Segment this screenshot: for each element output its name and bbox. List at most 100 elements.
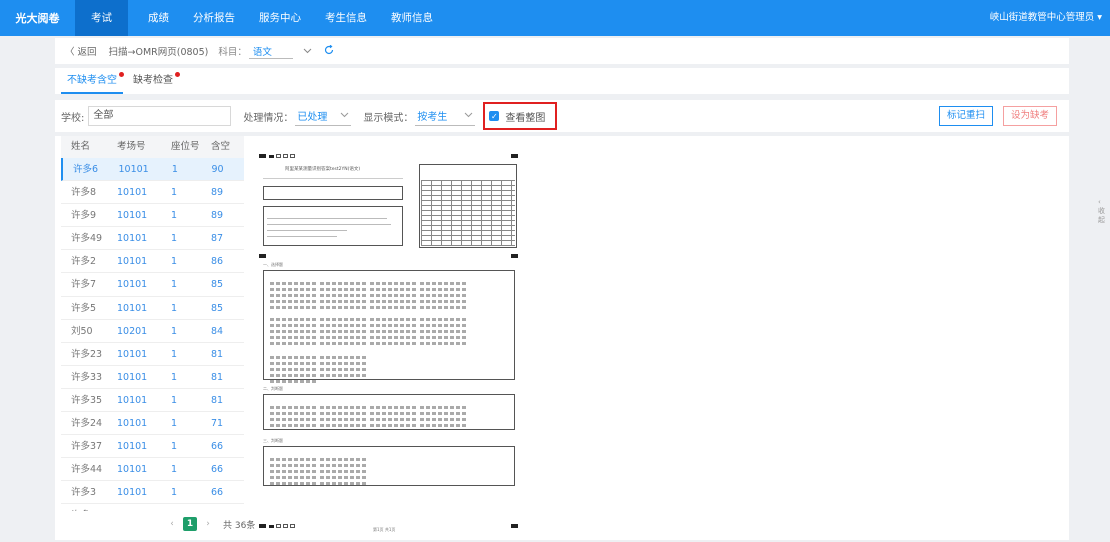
anchor-mark — [511, 254, 518, 258]
cell-room: 10101 — [117, 302, 148, 314]
cell-name: 许多5 — [71, 302, 97, 314]
student-table: 姓名 考场号 座位号 含空 许多6 10101 1 90 许多8 10101 1 89 许多9 1… — [61, 136, 244, 511]
cell-name: 许多2 — [71, 256, 97, 268]
cell-name: 许多37 — [71, 441, 103, 453]
cell-seat: 1 — [161, 504, 207, 511]
section-choice-label: 一、选择题 — [263, 262, 283, 267]
tab-absent-check[interactable]: 缺考检查 — [127, 70, 180, 94]
table-row[interactable]: 许多44 10101 1 66 — [61, 458, 244, 482]
section-judge2-label: 三、判断题 — [263, 438, 283, 443]
breadcrumb: 〈 返回 扫描→OMR网页(0805) 科目： 语文 — [55, 38, 1069, 64]
table-row[interactable]: 许多7 10101 1 85 — [61, 273, 244, 297]
table-row[interactable]: 许多9 10101 1 89 — [61, 204, 244, 228]
status-select[interactable]: 已处理 — [295, 106, 352, 126]
col-room: 考场号 — [117, 141, 146, 152]
cell-seat: 1 — [171, 302, 178, 314]
cell-name: 许多23 — [71, 348, 103, 360]
table-row[interactable]: 许多33 10101 1 81 — [61, 366, 244, 389]
cell-seat: 1 — [171, 348, 178, 360]
table-row[interactable]: 许多37 10101 1 66 — [61, 435, 244, 459]
cell-seat: 1 — [171, 279, 178, 291]
cell-room: 10101 — [117, 371, 148, 383]
table-row[interactable]: 许多5 10101 1 85 — [61, 297, 244, 320]
refresh-icon[interactable] — [324, 44, 334, 58]
top-nav: 光大阅卷 考试 成绩 分析报告 服务中心 考生信息 教师信息 峡山街道教管中心管… — [0, 0, 1110, 36]
notice-box — [263, 206, 403, 246]
table-row[interactable]: 许多6 10101 1 90 — [61, 158, 244, 182]
tab-no-absent-blank[interactable]: 不缺考含空 — [61, 70, 124, 94]
chevron-down-icon — [340, 110, 349, 121]
cell-blank: 85 — [211, 302, 224, 314]
app-logo: 光大阅卷 — [15, 12, 60, 25]
choice-answer-box — [263, 270, 515, 383]
cell-seat: 1 — [171, 187, 178, 199]
cell-blank: 66 — [211, 487, 224, 499]
anchor-mark — [283, 154, 288, 158]
cell-room: 10101 — [117, 441, 148, 453]
mark-rescan-button[interactable]: 标记重扫 — [938, 106, 993, 126]
cell-room: 10101 — [117, 210, 148, 222]
subject-select[interactable]: 语文 — [248, 44, 293, 59]
table-row[interactable]: 许多35 10101 1 81 — [61, 389, 244, 413]
user-menu[interactable]: 峡山街道教管中心管理员 ▾ — [990, 0, 1102, 36]
chevron-down-icon[interactable] — [303, 46, 312, 57]
cell-seat: 1 — [171, 441, 178, 453]
cell-room: 10101 — [109, 504, 161, 511]
prev-page-icon[interactable]: ‹ — [165, 517, 179, 531]
cell-name: 许多7 — [71, 279, 97, 291]
table-row[interactable]: 许多49 10101 1 87 — [61, 227, 244, 251]
table-row[interactable]: 刘50 10201 1 84 — [61, 320, 244, 343]
nav-item-scores[interactable]: 成绩 — [136, 0, 181, 36]
col-name: 姓名 — [71, 141, 91, 152]
school-input[interactable]: 全部 — [88, 106, 232, 126]
mark-absent-button[interactable]: 设为缺考 — [1002, 106, 1057, 126]
cell-seat: 1 — [171, 325, 178, 337]
anchor-mark — [269, 155, 274, 158]
cell-room: 10101 — [117, 464, 148, 476]
anchor-mark — [511, 154, 518, 158]
cell-room: 10201 — [117, 325, 148, 337]
table-row[interactable]: 许多23 10101 1 81 — [61, 343, 244, 366]
table-row[interactable]: 许多8 10101 1 89 — [61, 181, 244, 205]
cell-seat: 1 — [171, 233, 178, 245]
nav-item-teachers[interactable]: 教师信息 — [379, 0, 445, 36]
cell-blank: 85 — [211, 279, 224, 291]
nav-item-service[interactable]: 服务中心 — [247, 0, 313, 36]
school-label: 学校: — [61, 112, 85, 124]
nav-item-reports[interactable]: 分析报告 — [181, 0, 247, 36]
cell-room: 10101 — [117, 418, 148, 430]
cell-name: 许多8 — [71, 187, 97, 199]
back-link[interactable]: 〈 返回 — [65, 44, 97, 58]
mode-select[interactable]: 按考生 — [415, 106, 476, 126]
table-row[interactable]: 许多2910101166 — [61, 504, 244, 511]
cell-blank: 84 — [211, 325, 224, 337]
pagination: ‹ 1 › 共 36条 — [165, 517, 255, 531]
nav-item-students[interactable]: 考生信息 — [313, 0, 379, 36]
cell-blank: 89 — [211, 187, 224, 199]
side-collapse-toggle[interactable]: ‹ 收起 — [1098, 198, 1110, 226]
anchor-mark — [259, 154, 266, 158]
table-row[interactable]: 许多24 10101 1 71 — [61, 412, 244, 436]
cell-blank: 90 — [211, 164, 224, 175]
student-info-box — [263, 186, 403, 200]
judge-answer-box — [263, 394, 515, 430]
page-current[interactable]: 1 — [183, 517, 197, 531]
cell-name: 许多44 — [71, 464, 103, 476]
cell-room: 10101 — [117, 279, 148, 291]
nav-item-exam[interactable]: 考试 — [75, 0, 128, 36]
table-row[interactable]: 许多3 10101 1 66 — [61, 481, 244, 505]
cell-name: 许多3 — [71, 487, 97, 499]
chevron-down-icon — [464, 110, 473, 121]
col-blank: 含空 — [211, 141, 231, 152]
cell-name: 许多35 — [71, 394, 103, 406]
notification-dot — [119, 72, 124, 77]
cell-name: 许多24 — [71, 418, 103, 430]
mode-value: 按考生 — [417, 112, 448, 123]
table-row[interactable]: 许多2 10101 1 86 — [61, 250, 244, 274]
next-page-icon[interactable]: › — [201, 517, 215, 531]
checkbox-checked-icon[interactable]: ✓ — [489, 111, 500, 121]
cell-blank: 66 — [211, 441, 224, 453]
cell-blank: 81 — [211, 394, 224, 406]
view-full-toggle[interactable]: ✓ 查看整图 — [483, 102, 558, 130]
sheet-title: 阿里某某测量识别答案test2YN(语文) — [285, 167, 361, 172]
